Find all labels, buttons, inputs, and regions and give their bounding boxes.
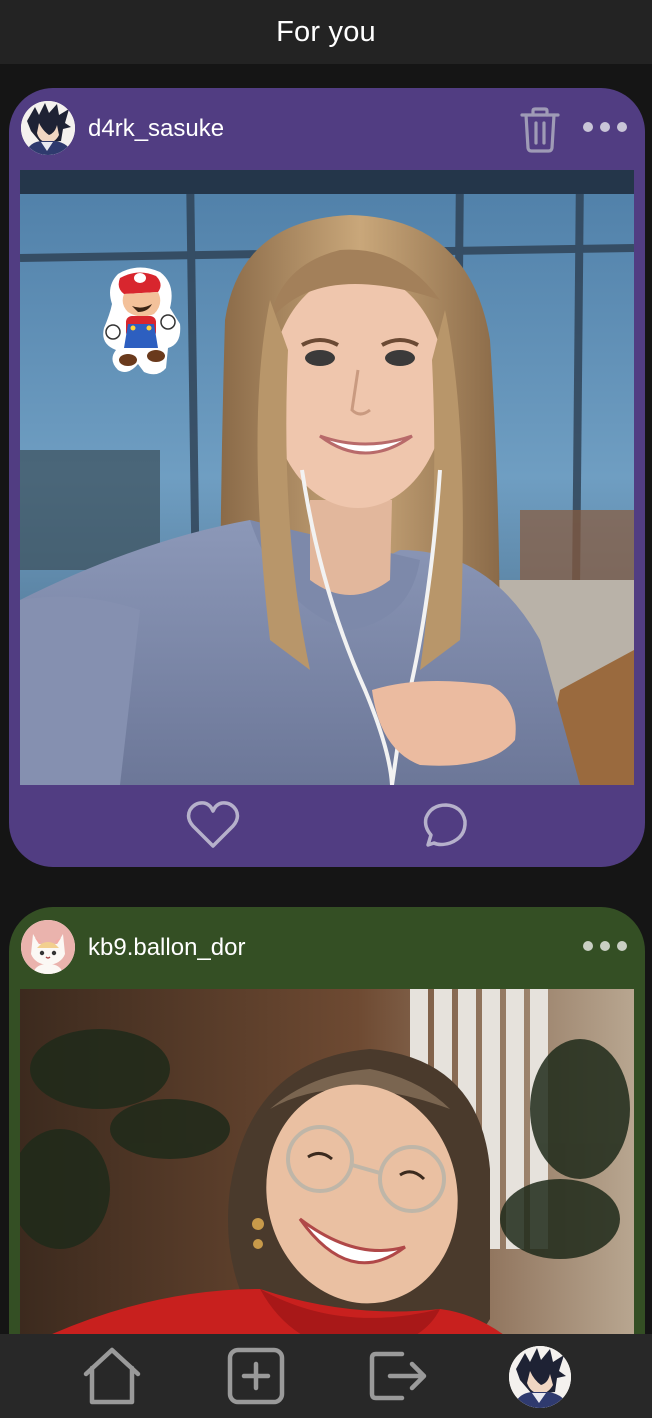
top-bar: For you xyxy=(0,0,652,64)
page-title: For you xyxy=(276,15,376,48)
mario-sticker[interactable] xyxy=(98,264,182,378)
post-avatar[interactable] xyxy=(21,101,75,155)
logout-icon xyxy=(369,1351,427,1401)
post-header: d4rk_sasuke xyxy=(9,88,645,170)
bottom-nav xyxy=(0,1334,652,1418)
profile-avatar[interactable] xyxy=(509,1346,571,1408)
post-card: kb9.ballon_dor xyxy=(9,907,645,1334)
sasuke-avatar-icon xyxy=(509,1346,571,1408)
post-avatar[interactable] xyxy=(21,920,75,974)
more-options-button[interactable] xyxy=(581,935,629,957)
more-dots-icon xyxy=(583,122,627,132)
post-username[interactable]: kb9.ballon_dor xyxy=(88,933,245,963)
logout-button[interactable] xyxy=(366,1344,430,1408)
home-button[interactable] xyxy=(80,1344,144,1408)
more-dots-icon xyxy=(583,941,627,951)
add-post-button[interactable] xyxy=(224,1344,288,1408)
post-photo[interactable] xyxy=(20,989,634,1334)
add-post-icon xyxy=(227,1347,285,1405)
cat-avatar-icon xyxy=(21,920,75,974)
like-button[interactable] xyxy=(184,799,242,851)
feed[interactable]: d4rk_sasuke kb9.ballon_dor xyxy=(0,64,652,1334)
delete-button[interactable] xyxy=(518,106,562,154)
post-username[interactable]: d4rk_sasuke xyxy=(88,114,224,144)
post-card: d4rk_sasuke xyxy=(9,88,645,867)
post-photo[interactable] xyxy=(20,170,634,785)
home-icon xyxy=(83,1347,141,1405)
trash-icon xyxy=(520,107,560,153)
app-screen: For you d4rk_sasuke kb9.ballon_dor xyxy=(0,0,652,1418)
selfie-photo xyxy=(20,170,634,785)
comment-icon xyxy=(423,803,467,847)
smiling-woman-photo xyxy=(20,989,634,1334)
post-actions xyxy=(9,785,645,867)
comment-button[interactable] xyxy=(418,801,470,851)
mario-sticker-icon xyxy=(103,267,181,375)
post-header: kb9.ballon_dor xyxy=(9,907,645,989)
sasuke-avatar-icon xyxy=(21,101,75,155)
more-options-button[interactable] xyxy=(581,116,629,138)
heart-icon xyxy=(186,801,240,848)
